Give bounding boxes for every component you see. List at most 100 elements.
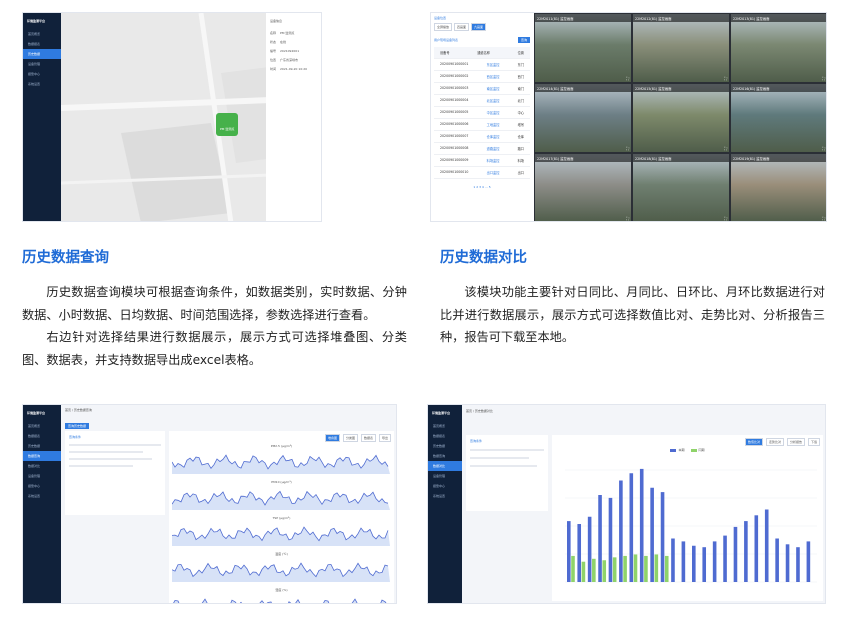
view-tab[interactable]: 四画面	[454, 23, 470, 31]
camera-feed[interactable]: 22M2017(81) 监控画面 ⛶	[535, 154, 631, 221]
table-row[interactable]: 20200901000004 北区监控 北门	[434, 95, 530, 107]
table-cell: 仓库监控	[486, 135, 500, 139]
table-cell: 路口	[517, 147, 524, 151]
fullscreen-icon[interactable]: ⛶	[724, 76, 727, 81]
view-option[interactable]: 数据表	[360, 434, 376, 442]
table-cell: 北门	[517, 99, 524, 103]
view-option[interactable]: 走势比对	[765, 438, 784, 446]
camera-title: 22M2016(81) 监控画面	[731, 84, 826, 92]
table-row[interactable]: 20200901000010 出口监控 出口	[434, 167, 530, 179]
view-option[interactable]: 分析报告	[786, 438, 805, 446]
view-option[interactable]: 下载	[807, 438, 820, 446]
table-cell: 20200901000007	[440, 134, 469, 138]
fullscreen-icon[interactable]: ⛶	[626, 146, 629, 151]
map-marker[interactable]: PM 监测点	[216, 113, 239, 136]
table-row[interactable]: 20200901000001 东区监控 东门	[434, 59, 530, 71]
view-option[interactable]: 堆叠图	[324, 434, 340, 442]
camera-feed[interactable]: 22M2014(81) 监控画面 ⛶	[535, 84, 631, 152]
sidebar-item[interactable]: 历史数据	[428, 441, 462, 451]
bar-series-a	[712, 541, 717, 582]
app-title: 环境监测平台	[27, 19, 46, 23]
bar-series-a	[650, 487, 654, 582]
table-row[interactable]: 20200901000006 工地监控 塔吊	[434, 119, 530, 131]
column-header: 通道名称	[477, 51, 490, 55]
fullscreen-icon[interactable]: ⛶	[724, 216, 727, 221]
sidebar-item[interactable]: 历史数据	[23, 441, 61, 451]
sidebar-item[interactable]: 系统设置	[23, 491, 61, 501]
sidebar-item[interactable]: 数据对比	[23, 461, 61, 471]
camera-feed[interactable]: 22M2011(81) 监控画面 ⛶	[535, 14, 631, 82]
bar-series-a	[629, 473, 634, 582]
table-cell: 西门	[517, 75, 524, 79]
sidebar-item[interactable]: 系统设置	[428, 491, 462, 501]
video-screenshot: 设备位置 全屏播放 四画面 九画面 用户现场设备列表 查询 设备号 通道名称 位置 20…	[430, 12, 827, 222]
compare-paragraph-1: 该模块功能主要针对日同比、月同比、日环比、月环比数据进行对比并进行数据展示，展示…	[440, 285, 825, 344]
bar-series-a	[577, 524, 582, 582]
table-row[interactable]: 20200901000005 中区监控 中心	[434, 107, 530, 119]
table-cell: 出口	[517, 171, 524, 175]
fullscreen-icon[interactable]: ⛶	[724, 146, 727, 151]
sidebar-item[interactable]: 设备管理	[428, 471, 462, 481]
history-chart: TSP (μg/m³)	[171, 516, 391, 550]
fullscreen-icon[interactable]: ⛶	[822, 216, 825, 221]
table-row[interactable]: 20200901000008 道路监控 路口	[434, 143, 530, 155]
sidebar-item[interactable]: 历史数据	[23, 49, 61, 59]
sidebar-item[interactable]: 数据报表	[23, 431, 61, 441]
sidebar-item[interactable]: 数据查询	[23, 451, 61, 461]
bar-series-b	[623, 555, 627, 582]
fullscreen-icon[interactable]: ⛶	[822, 146, 825, 151]
query-title: 查询条件	[69, 435, 82, 439]
table-row[interactable]: 20200901000002 西区监控 西门	[434, 71, 530, 83]
info-value: 广东省深圳市	[280, 58, 299, 62]
bar-series-b	[654, 554, 659, 582]
sidebar-item[interactable]: 数据查询	[428, 451, 462, 461]
camera-title: 22M2015(81) 监控画面	[633, 84, 729, 92]
map-info-panel: 设备信息 名称 PM 监测点 状态 在线 编号 2021092001 位置 广东省深圳市 时间 2…	[266, 13, 321, 221]
camera-feed[interactable]: 22M2013(81) 监控画面 ⛶	[731, 14, 826, 82]
camera-feed[interactable]: 22M2018(81) 监控画面 ⛶	[633, 154, 729, 221]
bar-series-b	[592, 558, 596, 582]
sidebar-item[interactable]: 数据对比	[428, 461, 462, 471]
sidebar-item[interactable]: 首页概览	[23, 421, 61, 431]
fullscreen-icon[interactable]: ⛶	[626, 76, 629, 81]
sidebar-item[interactable]: 报警中心	[23, 69, 61, 79]
pager[interactable]: 1 2 3 4 … 5	[434, 185, 530, 189]
view-tab[interactable]: 全屏播放	[434, 23, 453, 31]
table-row[interactable]: 20200901000009 料场监控 料场	[434, 155, 530, 167]
legend-label: 同期	[698, 448, 705, 452]
info-row: 时间 2021-09-20 10:20	[270, 67, 317, 71]
sidebar-item[interactable]: 设备管理	[23, 59, 61, 69]
legend-item: 本期	[670, 448, 685, 452]
sidebar-item[interactable]: 首页概览	[428, 421, 462, 431]
view-option[interactable]: 分类图	[342, 434, 358, 442]
sidebar-item[interactable]: 数据报表	[23, 39, 61, 49]
info-key: 状态	[270, 40, 277, 44]
sidebar-item[interactable]: 系统设置	[23, 79, 61, 89]
bar-series-a	[754, 515, 759, 582]
view-option[interactable]: 导出	[378, 434, 391, 442]
query-paragraph-2: 右边针对选择结果进行数据展示，展示方式可选择堆叠图、分类图、数据表，并支持数据导…	[22, 330, 407, 367]
sidebar-item[interactable]: 报警中心	[428, 481, 462, 491]
fullscreen-icon[interactable]: ⛶	[822, 76, 825, 81]
camera-feed[interactable]: 22M2016(81) 监控画面 ⛶	[731, 84, 826, 152]
sidebar-item[interactable]: 报警中心	[23, 481, 61, 491]
sidebar-item[interactable]: 数据报表	[428, 431, 462, 441]
table-cell: 20200901000003	[440, 86, 469, 90]
query-button[interactable]: 查询历史数据	[65, 423, 90, 429]
camera-feed[interactable]: 22M2012(81) 监控画面 ⛶	[633, 14, 729, 82]
view-option[interactable]: 数值比对	[744, 438, 763, 446]
app-title: 环境监测平台	[27, 411, 46, 415]
camera-feed[interactable]: 22M2019(81) 监控画面 ⛶	[731, 154, 826, 221]
sidebar-item[interactable]: 首页概览	[23, 29, 61, 39]
table-title: 用户现场设备列表	[434, 38, 459, 42]
view-tab[interactable]: 九画面	[471, 23, 487, 31]
panel-title: 设备位置	[434, 16, 447, 20]
bar-series-a	[775, 538, 779, 582]
search-button[interactable]: 查询	[517, 37, 530, 43]
table-row[interactable]: 20200901000003 南区监控 南门	[434, 83, 530, 95]
table-row[interactable]: 20200901000007 仓库监控 仓库	[434, 131, 530, 143]
camera-feed[interactable]: 22M2015(81) 监控画面 ⛶	[633, 84, 729, 152]
bar-series-b	[633, 554, 638, 582]
fullscreen-icon[interactable]: ⛶	[626, 216, 629, 221]
sidebar-item[interactable]: 设备管理	[23, 471, 61, 481]
